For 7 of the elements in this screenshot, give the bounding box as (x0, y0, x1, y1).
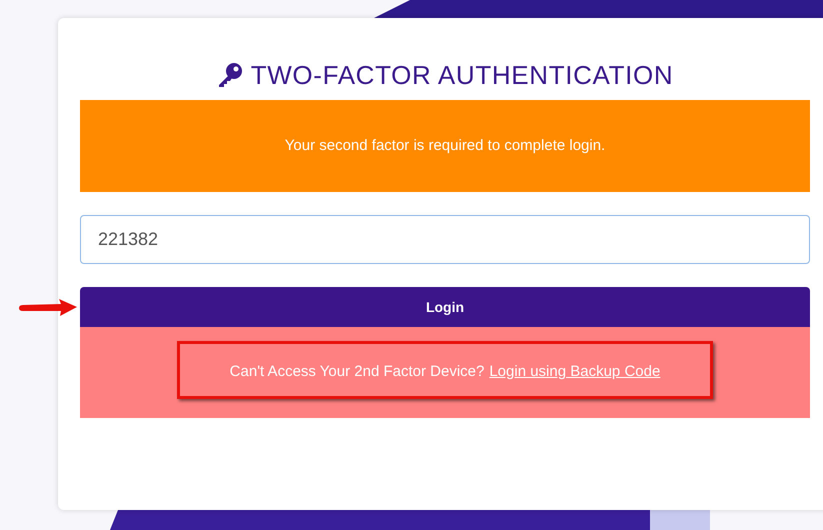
notice-text: Your second factor is required to complete login. (284, 136, 606, 156)
key-icon (216, 62, 243, 88)
code-input-field[interactable]: 221382 (80, 215, 810, 264)
login-button[interactable]: Login (80, 287, 810, 327)
backup-question: Can't Access Your 2nd Factor Device? (230, 362, 484, 382)
arrow-icon (17, 298, 79, 318)
page-title: TWO-FACTOR AUTHENTICATION (250, 58, 674, 92)
